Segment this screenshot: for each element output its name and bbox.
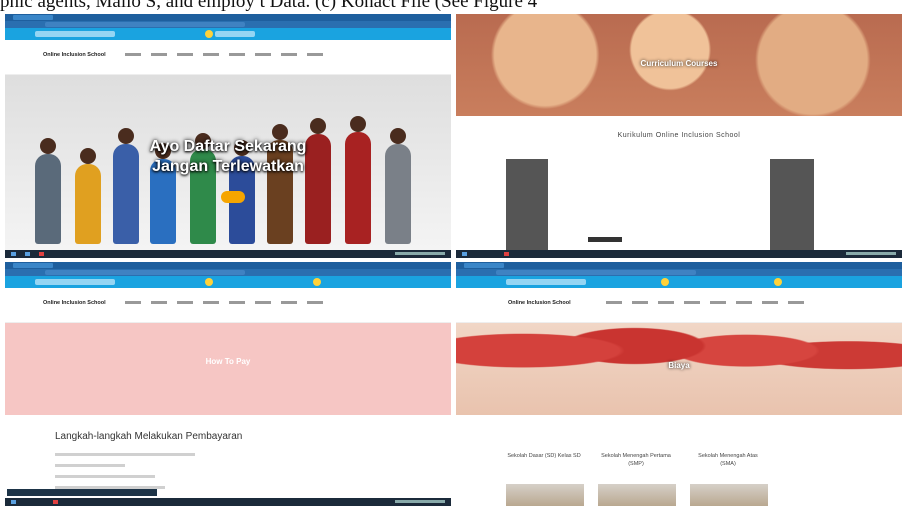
browser-tab[interactable]	[464, 263, 504, 268]
start-icon[interactable]	[11, 500, 16, 504]
site-brand[interactable]: Online Inclusion School	[508, 300, 571, 306]
school-photo	[690, 484, 768, 506]
screenshot-registration: Online Inclusion School Ayo Daftar Sekar…	[5, 14, 451, 258]
step-item	[55, 453, 195, 456]
nav-item[interactable]	[684, 301, 700, 304]
step-item	[55, 464, 125, 467]
taskbar	[456, 250, 902, 258]
nav-item[interactable]	[710, 301, 726, 304]
contact-info	[35, 279, 115, 285]
info-bar	[5, 28, 451, 40]
site-nav: Online Inclusion School	[5, 288, 451, 323]
screenshot-biaya: Online Inclusion School Biaya Sekolah Da…	[456, 262, 902, 506]
phone-icon	[774, 278, 782, 286]
nav-item[interactable]	[229, 301, 245, 304]
nav-item[interactable]	[255, 53, 271, 56]
site-nav: Online Inclusion School	[456, 288, 902, 323]
phone-icon	[313, 278, 321, 286]
nav-menu	[606, 301, 804, 304]
school-level-smp[interactable]: Sekolah Menengah Pertama (SMP)	[598, 452, 674, 468]
nav-item[interactable]	[307, 53, 323, 56]
nav-item[interactable]	[632, 301, 648, 304]
browser-tab[interactable]	[13, 263, 53, 268]
hero-title: Ayo Daftar Sekarang Jangan Terlewatkan	[149, 138, 307, 175]
document-title-mark	[588, 237, 622, 242]
nav-item[interactable]	[229, 53, 245, 56]
app-icon[interactable]	[39, 252, 44, 256]
nav-item[interactable]	[151, 53, 167, 56]
info-bar	[456, 276, 902, 288]
screenshot-how-to-pay: Online Inclusion School How To Pay Langk…	[5, 262, 451, 506]
banner-title: Curriculum Courses	[640, 59, 718, 68]
url-input[interactable]	[45, 270, 245, 275]
banner-title: How To Pay	[205, 357, 251, 366]
nav-menu	[125, 301, 323, 304]
banner-title: Biaya	[668, 361, 690, 370]
school-level-sd[interactable]: Sekolah Dasar (SD) Kelas SD	[506, 452, 582, 460]
email-icon	[661, 278, 669, 286]
site-nav: Online Inclusion School	[5, 40, 451, 75]
app-icon[interactable]	[53, 500, 58, 504]
nav-item[interactable]	[307, 301, 323, 304]
nav-item[interactable]	[177, 53, 193, 56]
nav-item[interactable]	[762, 301, 778, 304]
figure-caption: phic agents, Mailo S, and employ t Data.…	[0, 0, 538, 12]
school-photo	[506, 484, 584, 506]
nav-item[interactable]	[177, 301, 193, 304]
nav-item[interactable]	[125, 53, 141, 56]
nav-menu	[125, 53, 323, 56]
nav-item[interactable]	[125, 301, 141, 304]
nav-item[interactable]	[151, 301, 167, 304]
hero-image: Ayo Daftar Sekarang Jangan Terlewatkan	[5, 75, 451, 250]
download-bar[interactable]	[7, 489, 157, 496]
taskbar	[5, 250, 451, 258]
contact-info	[35, 31, 115, 37]
section-heading: Kurikulum Online Inclusion School	[617, 132, 741, 139]
nav-item[interactable]	[255, 301, 271, 304]
nav-item[interactable]	[203, 301, 219, 304]
address-bar	[5, 21, 451, 28]
steps-heading: Langkah-langkah Melakukan Pembayaran	[55, 431, 243, 442]
browser-tab-strip	[5, 262, 451, 269]
email-icon	[205, 278, 213, 286]
email-icon	[205, 30, 213, 38]
address-bar	[5, 269, 451, 276]
browser-tab[interactable]	[13, 15, 53, 20]
school-photo	[598, 484, 676, 506]
nav-item[interactable]	[736, 301, 752, 304]
nav-item[interactable]	[606, 301, 622, 304]
system-tray	[395, 252, 445, 255]
system-tray	[846, 252, 896, 255]
site-brand[interactable]: Online Inclusion School	[43, 300, 106, 306]
screenshot-curriculum: Curriculum Courses Kurikulum Online Incl…	[456, 14, 902, 258]
site-brand[interactable]: Online Inclusion School	[43, 52, 106, 58]
banner	[5, 323, 451, 415]
taskbar	[5, 498, 451, 506]
address-bar	[456, 269, 902, 276]
info-bar	[5, 276, 451, 288]
start-icon[interactable]	[11, 252, 16, 256]
browser-tab-strip	[456, 262, 902, 269]
app-icon[interactable]	[25, 252, 30, 256]
app-icon[interactable]	[504, 252, 509, 256]
register-button[interactable]	[221, 191, 245, 203]
nav-item[interactable]	[788, 301, 804, 304]
contact-info	[506, 279, 586, 285]
email-info	[215, 31, 255, 37]
document-viewer[interactable]	[506, 159, 814, 254]
system-tray	[395, 500, 445, 503]
nav-item[interactable]	[203, 53, 219, 56]
start-icon[interactable]	[462, 252, 467, 256]
nav-item[interactable]	[281, 301, 297, 304]
browser-tab-strip	[5, 14, 451, 21]
url-input[interactable]	[45, 22, 245, 27]
url-input[interactable]	[496, 270, 696, 275]
document-page	[548, 159, 770, 254]
nav-item[interactable]	[281, 53, 297, 56]
school-level-sma[interactable]: Sekolah Menengah Atas (SMA)	[690, 452, 766, 468]
nav-item[interactable]	[658, 301, 674, 304]
step-item	[55, 475, 155, 478]
